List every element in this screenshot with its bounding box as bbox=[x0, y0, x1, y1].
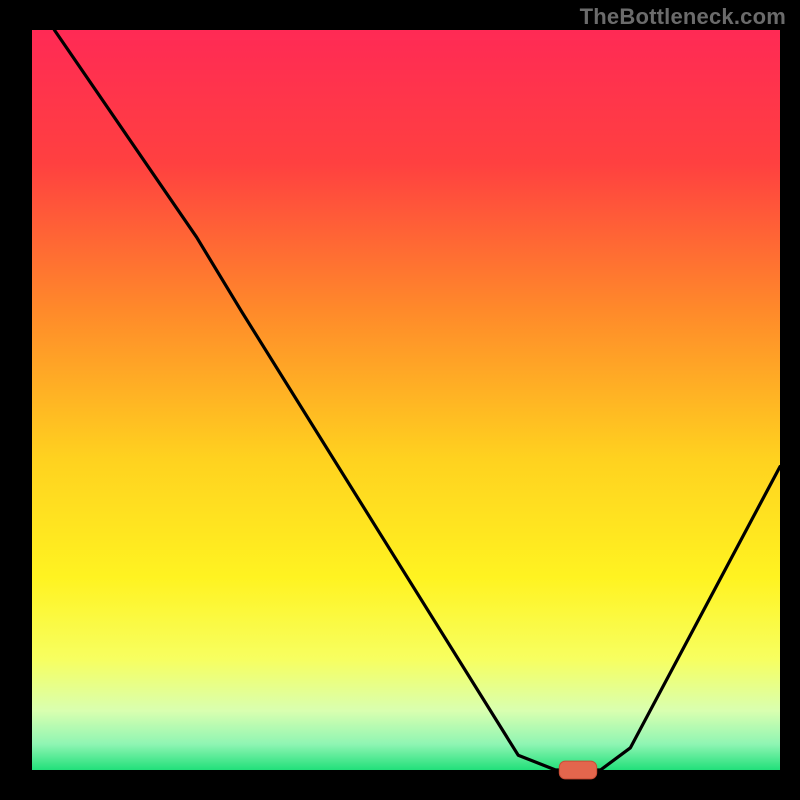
optimum-marker bbox=[559, 761, 596, 779]
plot-background bbox=[32, 30, 780, 770]
bottleneck-chart bbox=[0, 0, 800, 800]
watermark-text: TheBottleneck.com bbox=[580, 4, 786, 30]
